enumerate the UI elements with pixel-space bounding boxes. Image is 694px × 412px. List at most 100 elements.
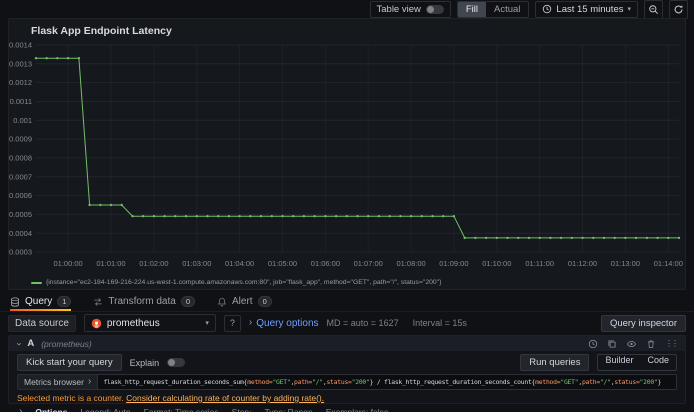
tab-query-count-badge: 1 [57,296,72,307]
svg-text:01:14:00: 01:14:00 [654,259,683,268]
svg-text:01:06:00: 01:06:00 [311,259,340,268]
query-editor-card: › A (prometheus) ⋮⋮ Kick start your quer… [8,335,686,412]
prometheus-icon [91,318,102,328]
svg-text:01:01:00: 01:01:00 [96,259,125,268]
tab-alert-count-badge: 0 [257,296,272,307]
options-legend-summary: Legend: Auto [80,407,131,412]
add-rate-link[interactable]: Consider calculating rate of counter by … [126,393,324,403]
query-inspector-button[interactable]: Query inspector [600,314,686,332]
explain-toggle[interactable] [167,358,186,367]
svg-text:0.0011: 0.0011 [10,97,32,106]
query-code-row: Metrics browser › flask_http_request_dur… [9,373,685,390]
svg-text:0.0004: 0.0004 [9,229,32,238]
tab-query-label: Query [25,296,53,307]
counter-warning: Selected metric is a counter. Consider c… [9,390,685,403]
query-row-actions: ⋮⋮ [588,339,679,349]
options-toggle-label[interactable]: Options [35,407,67,412]
transform-icon [94,297,103,306]
edit-tabs: Query 1 Transform data 0 Alert 0 [0,292,694,312]
builder-code-segmented: Builder Code [597,354,677,371]
query-ref-id: A [27,338,35,349]
drag-handle-icon[interactable]: ⋮⋮ [665,339,679,348]
svg-text:0.0003: 0.0003 [9,248,32,257]
query-options-toggle[interactable]: › Query options [249,318,319,329]
metrics-browser-button[interactable]: Metrics browser › [17,374,98,390]
database-icon [11,296,19,307]
tab-transform-data[interactable]: Transform data 0 [93,292,196,311]
kick-start-query-button[interactable]: Kick start your query [17,354,122,371]
svg-text:0.001: 0.001 [13,116,32,125]
tab-query[interactable]: Query 1 [10,292,72,311]
chart-legend[interactable]: {instance="ec2-184-169-216-224.us-west-1… [9,279,685,286]
refresh-button[interactable] [669,0,688,19]
svg-text:01:09:00: 01:09:00 [439,259,468,268]
chevron-down-icon: ▾ [205,319,209,327]
svg-text:01:03:00: 01:03:00 [182,259,211,268]
svg-text:01:04:00: 01:04:00 [225,259,254,268]
svg-text:0.0005: 0.0005 [9,210,32,219]
svg-text:01:02:00: 01:02:00 [139,259,168,268]
tab-transform-count-badge: 0 [180,296,196,307]
svg-text:01:08:00: 01:08:00 [396,259,425,268]
svg-text:01:00:00: 01:00:00 [53,259,82,268]
tab-transform-label: Transform data [108,296,176,307]
datasource-help-button[interactable]: ? [223,314,241,332]
max-data-points-summary: MD = auto = 1627 [326,318,399,328]
query-options-summary: MD = auto = 1627 Interval = 15s [327,318,467,328]
options-step-summary: Step: [231,407,252,412]
table-view-label: Table view [376,3,421,15]
svg-text:0.0007: 0.0007 [9,172,32,181]
interval-summary: Interval = 15s [412,318,467,328]
fill-actual-segmented: Fill Actual [456,0,530,18]
legend-series-color [31,281,42,284]
svg-text:0.0009: 0.0009 [9,135,32,144]
panel-title: Flask App Endpoint Latency [31,25,172,37]
query-history-icon[interactable] [588,339,598,349]
tab-alert[interactable]: Alert 0 [217,292,272,311]
latency-chart[interactable]: 0.0003 0.0004 0.0005 0.0006 0.0007 0.0008 0.00… [9,39,685,275]
svg-text:0.0014: 0.0014 [9,41,32,50]
svg-text:01:13:00: 01:13:00 [611,259,640,268]
legend-series-label: {instance="ec2-184-169-216-224.us-west-1… [46,279,442,286]
table-view-toggle[interactable] [425,4,444,14]
builder-mode-button[interactable]: Builder [598,355,640,370]
svg-text:01:12:00: 01:12:00 [568,259,597,268]
clock-icon [543,4,552,14]
time-range-picker[interactable]: Last 15 minutes ▾ [535,0,638,18]
svg-text:0.0012: 0.0012 [9,78,32,87]
chevron-right-icon: › [87,376,92,387]
magnifier-minus-icon [649,4,658,14]
actual-button[interactable]: Actual [486,2,528,17]
editor-toolbar: Table view Fill Actual Last 15 minutes ▾ [0,0,694,19]
duplicate-query-icon[interactable] [607,339,617,349]
code-mode-button[interactable]: Code [640,355,676,370]
metrics-browser-label: Metrics browser [24,377,84,387]
svg-text:01:10:00: 01:10:00 [482,259,511,268]
svg-text:0.0006: 0.0006 [9,191,32,200]
warning-text: Selected metric is a counter. [17,393,124,403]
grafana-panel-editor: Table view Fill Actual Last 15 minutes ▾ [0,0,694,412]
query-options-label: Query options [256,317,319,329]
query-datasource-hint: (prometheus) [41,338,92,349]
fill-button[interactable]: Fill [457,1,486,17]
svg-text:01:05:00: 01:05:00 [268,259,297,268]
collapse-chevron-icon[interactable]: › [14,342,25,345]
query-toolbar-row: Kick start your query Explain Run querie… [9,351,685,373]
query-row-header: › A (prometheus) ⋮⋮ [9,336,685,351]
bell-icon [218,297,226,306]
zoom-out-button[interactable] [644,0,663,19]
options-format-summary: Format: Time series [143,407,219,412]
time-range-label: Last 15 minutes [556,3,624,15]
hide-query-eye-icon[interactable] [626,339,637,349]
datasource-row: Data source prometheus ▾ ? › Query optio… [0,313,694,333]
delete-query-trash-icon[interactable] [646,339,656,349]
query-code-input[interactable]: flask_http_request_duration_seconds_sum{… [97,374,677,390]
datasource-select[interactable]: prometheus ▾ [83,314,216,332]
svg-text:0.0013: 0.0013 [9,59,32,68]
chevron-right-icon[interactable]: › [19,407,22,412]
latency-panel: Flask App Endpoint Latency 0.0003 0.0004 0… [8,18,686,290]
run-queries-button[interactable]: Run queries [520,354,590,371]
chevron-right-icon: › [248,317,253,328]
svg-text:01:07:00: 01:07:00 [354,259,383,268]
datasource-value: prometheus [106,317,160,329]
